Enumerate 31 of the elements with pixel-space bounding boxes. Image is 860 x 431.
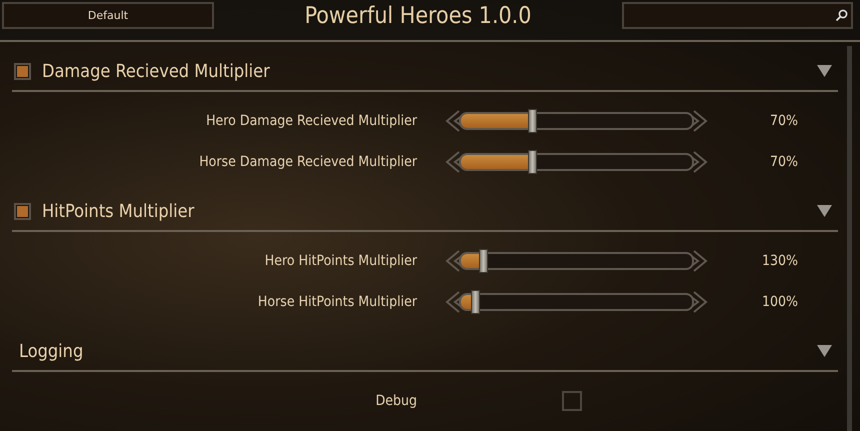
value-label: 100% <box>760 294 798 310</box>
checkbox[interactable] <box>562 390 582 410</box>
checkbox[interactable] <box>14 62 31 80</box>
slider[interactable] <box>445 288 708 314</box>
slider[interactable] <box>445 248 708 274</box>
scrollbar[interactable] <box>847 46 852 431</box>
slider[interactable] <box>445 108 708 134</box>
slider-thumb[interactable] <box>528 150 537 174</box>
search-icon <box>834 9 848 22</box>
value-label: 70% <box>769 154 798 170</box>
group-title: Damage Recieved Multiplier <box>42 60 271 82</box>
value-label: 130% <box>760 252 798 268</box>
checkbox[interactable] <box>14 202 31 220</box>
setting-label: Hero HitPoints Multiplier <box>264 252 417 268</box>
group-title: Logging <box>19 340 84 362</box>
setting-label: Horse HitPoints Multiplier <box>256 294 417 310</box>
group-title: HitPoints Multiplier <box>42 200 196 222</box>
setting-label: Debug <box>374 392 417 408</box>
slider-thumb[interactable] <box>528 108 537 132</box>
slider-thumb[interactable] <box>471 290 480 314</box>
window-title: Powerful Heroes 1.0.0 <box>304 3 532 29</box>
preset-dropdown[interactable]: Default <box>2 2 214 29</box>
search-field[interactable] <box>622 2 853 29</box>
collapse-icon[interactable] <box>817 205 832 217</box>
collapse-icon[interactable] <box>817 65 832 77</box>
setting-label: Horse Damage Recieved Multiplier <box>198 154 417 170</box>
value-label: 70% <box>769 112 798 128</box>
slider[interactable] <box>445 148 708 174</box>
setting-label: Hero Damage Recieved Multiplier <box>205 112 417 128</box>
collapse-icon[interactable] <box>817 345 832 357</box>
slider-thumb[interactable] <box>478 248 488 272</box>
